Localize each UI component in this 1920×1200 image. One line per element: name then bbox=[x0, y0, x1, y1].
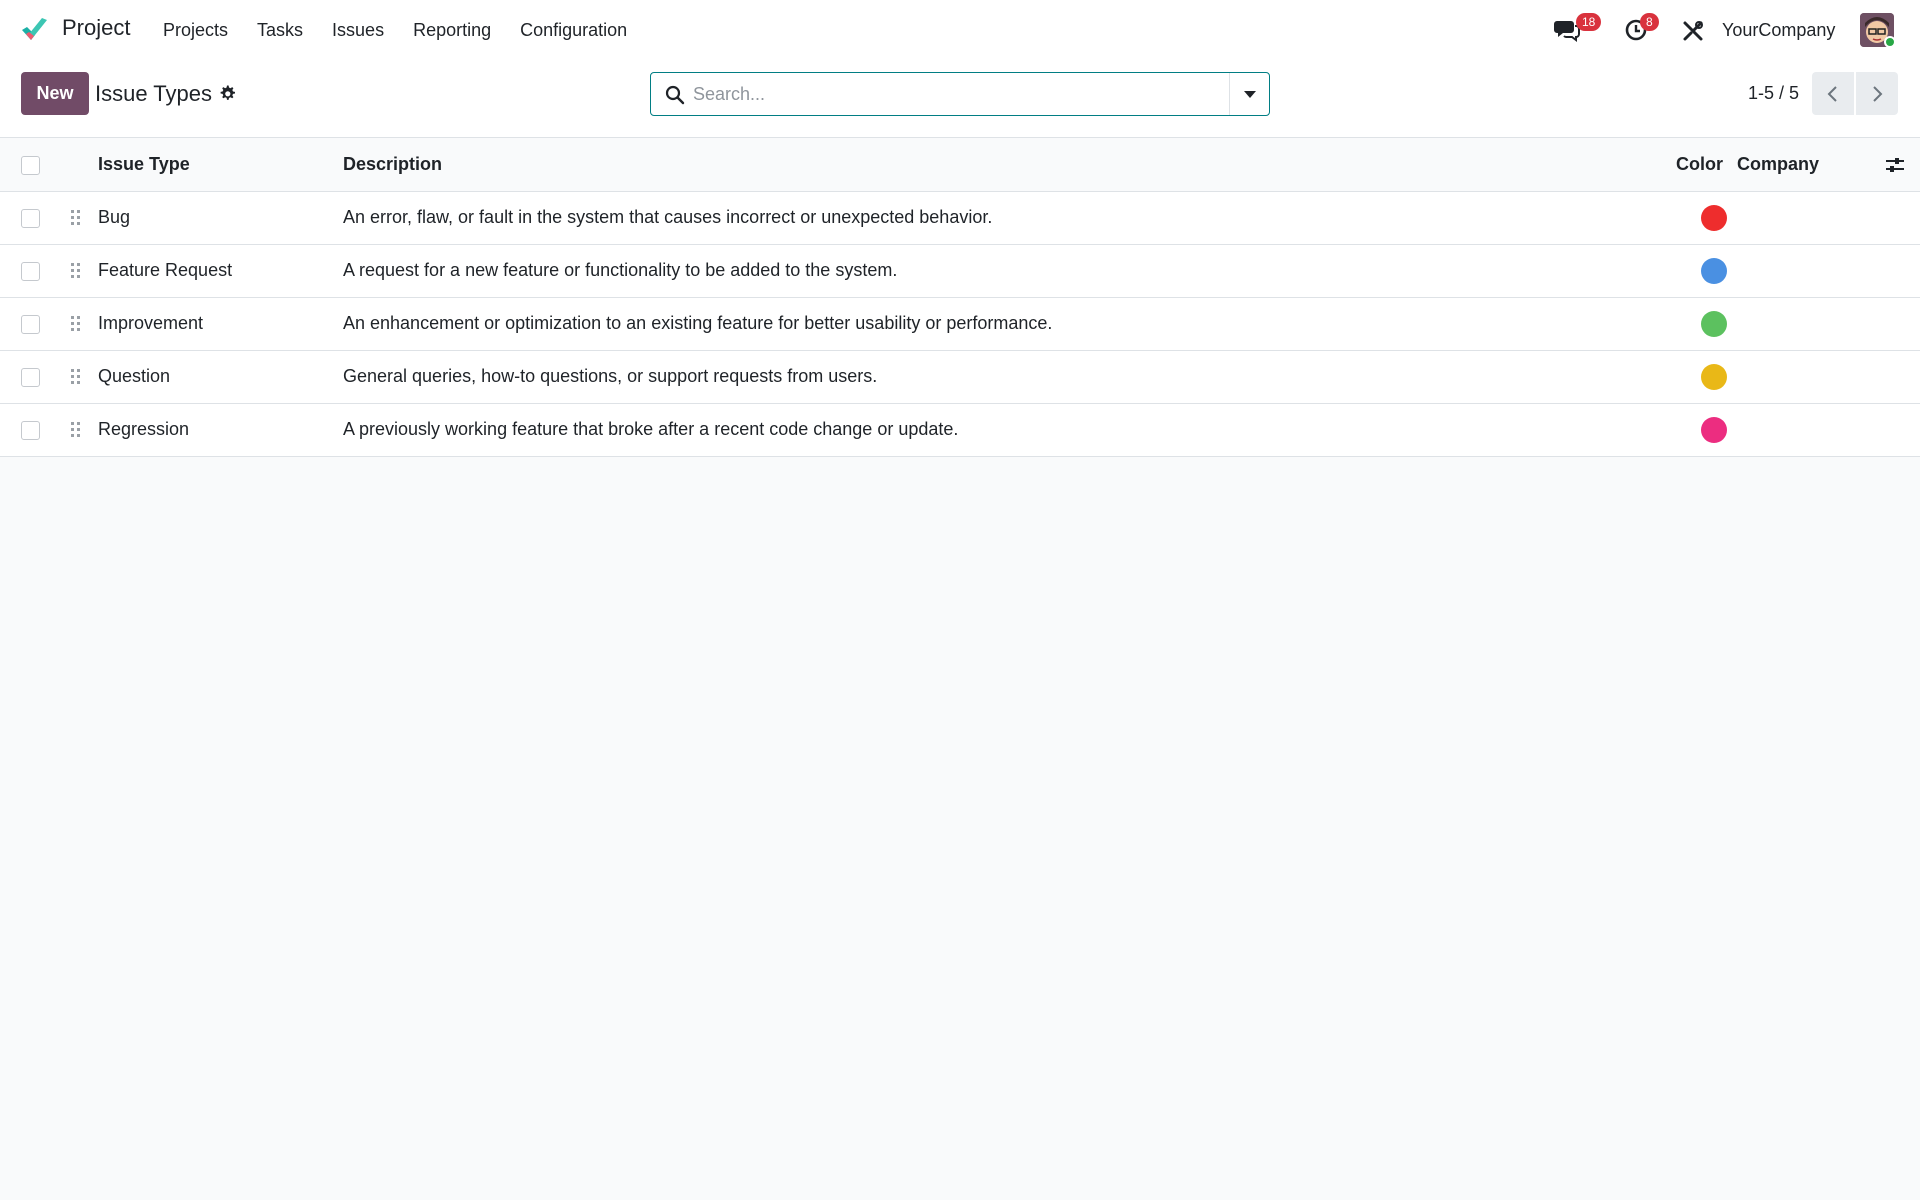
table-header: Issue Type Description Color Company bbox=[0, 138, 1920, 192]
top-navbar: Project Projects Tasks Issues Reporting … bbox=[0, 0, 1920, 61]
issue-types-list: Issue Type Description Color Company Bug… bbox=[0, 138, 1920, 457]
online-status-dot bbox=[1884, 36, 1896, 48]
row-checkbox[interactable] bbox=[21, 368, 40, 387]
issue-type-name: Question bbox=[98, 366, 171, 386]
drag-handle-icon[interactable] bbox=[70, 314, 82, 334]
chevron-left-icon bbox=[1827, 86, 1837, 102]
table-row[interactable]: Bug An error, flaw, or fault in the syst… bbox=[0, 192, 1920, 245]
row-checkbox[interactable] bbox=[21, 209, 40, 228]
drag-handle-icon[interactable] bbox=[70, 420, 82, 440]
issue-type-name: Regression bbox=[98, 419, 190, 439]
issue-type-description: General queries, how-to questions, or su… bbox=[343, 366, 878, 386]
menu-item-issues[interactable]: Issues bbox=[332, 20, 384, 41]
new-button[interactable]: New bbox=[21, 72, 89, 115]
page-title: Issue Types bbox=[95, 81, 212, 106]
table-row[interactable]: Feature Request A request for a new feat… bbox=[0, 245, 1920, 298]
activities-badge: 8 bbox=[1640, 13, 1659, 31]
menu-item-tasks[interactable]: Tasks bbox=[257, 20, 303, 41]
table-row[interactable]: Question General queries, how-to questio… bbox=[0, 351, 1920, 404]
issue-type-description: A previously working feature that broke … bbox=[343, 419, 959, 439]
company-switcher[interactable]: YourCompany bbox=[1722, 20, 1835, 41]
menu-item-projects[interactable]: Projects bbox=[163, 20, 228, 41]
pager-value[interactable]: 1-5 / 5 bbox=[1748, 83, 1799, 104]
column-header-company[interactable]: Company bbox=[1737, 154, 1819, 175]
caret-down-icon bbox=[1244, 91, 1256, 98]
table-row[interactable]: Regression A previously working feature … bbox=[0, 404, 1920, 457]
activities-button[interactable]: 8 bbox=[1624, 13, 1659, 42]
main-menu: Projects Tasks Issues Reporting Configur… bbox=[163, 20, 656, 41]
table-row[interactable]: Improvement An enhancement or optimizati… bbox=[0, 298, 1920, 351]
row-checkbox[interactable] bbox=[21, 421, 40, 440]
app-name[interactable]: Project bbox=[62, 15, 130, 41]
search-bar bbox=[650, 72, 1270, 116]
column-header-description[interactable]: Description bbox=[343, 154, 442, 175]
gear-icon[interactable] bbox=[218, 84, 236, 102]
issue-type-name: Bug bbox=[98, 207, 131, 227]
messages-badge: 18 bbox=[1576, 13, 1602, 31]
color-swatch[interactable] bbox=[1701, 205, 1727, 231]
messages-button[interactable]: 18 bbox=[1554, 13, 1602, 42]
issue-type-description: An error, flaw, or fault in the system t… bbox=[343, 207, 993, 227]
color-swatch[interactable] bbox=[1701, 311, 1727, 337]
row-checkbox[interactable] bbox=[21, 262, 40, 281]
menu-item-configuration[interactable]: Configuration bbox=[520, 20, 627, 41]
project-app-icon[interactable] bbox=[20, 16, 50, 44]
control-panel: New Issue Types 1-5 / 5 bbox=[0, 61, 1920, 138]
column-header-issue-type[interactable]: Issue Type bbox=[98, 154, 190, 175]
issue-type-name: Improvement bbox=[98, 313, 204, 333]
debug-tools-icon[interactable] bbox=[1682, 20, 1704, 42]
color-swatch[interactable] bbox=[1701, 417, 1727, 443]
pager-previous-button[interactable] bbox=[1812, 72, 1854, 115]
drag-handle-icon[interactable] bbox=[70, 367, 82, 387]
drag-handle-icon[interactable] bbox=[70, 208, 82, 228]
optional-columns-toggle-icon[interactable] bbox=[1884, 154, 1906, 176]
issue-type-description: An enhancement or optimization to an exi… bbox=[343, 313, 1053, 333]
search-icon bbox=[665, 85, 685, 105]
color-swatch[interactable] bbox=[1701, 364, 1727, 390]
issue-type-name: Feature Request bbox=[98, 260, 233, 280]
issue-type-description: A request for a new feature or functiona… bbox=[343, 260, 898, 280]
search-options-toggle[interactable] bbox=[1229, 73, 1269, 115]
color-swatch[interactable] bbox=[1701, 258, 1727, 284]
drag-handle-icon[interactable] bbox=[70, 261, 82, 281]
column-header-color[interactable]: Color bbox=[1676, 154, 1723, 175]
select-all-checkbox[interactable] bbox=[21, 156, 40, 175]
menu-item-reporting[interactable]: Reporting bbox=[413, 20, 491, 41]
row-checkbox[interactable] bbox=[21, 315, 40, 334]
search-input[interactable] bbox=[693, 81, 1213, 107]
chevron-right-icon bbox=[1873, 86, 1883, 102]
pager-next-button[interactable] bbox=[1856, 72, 1898, 115]
